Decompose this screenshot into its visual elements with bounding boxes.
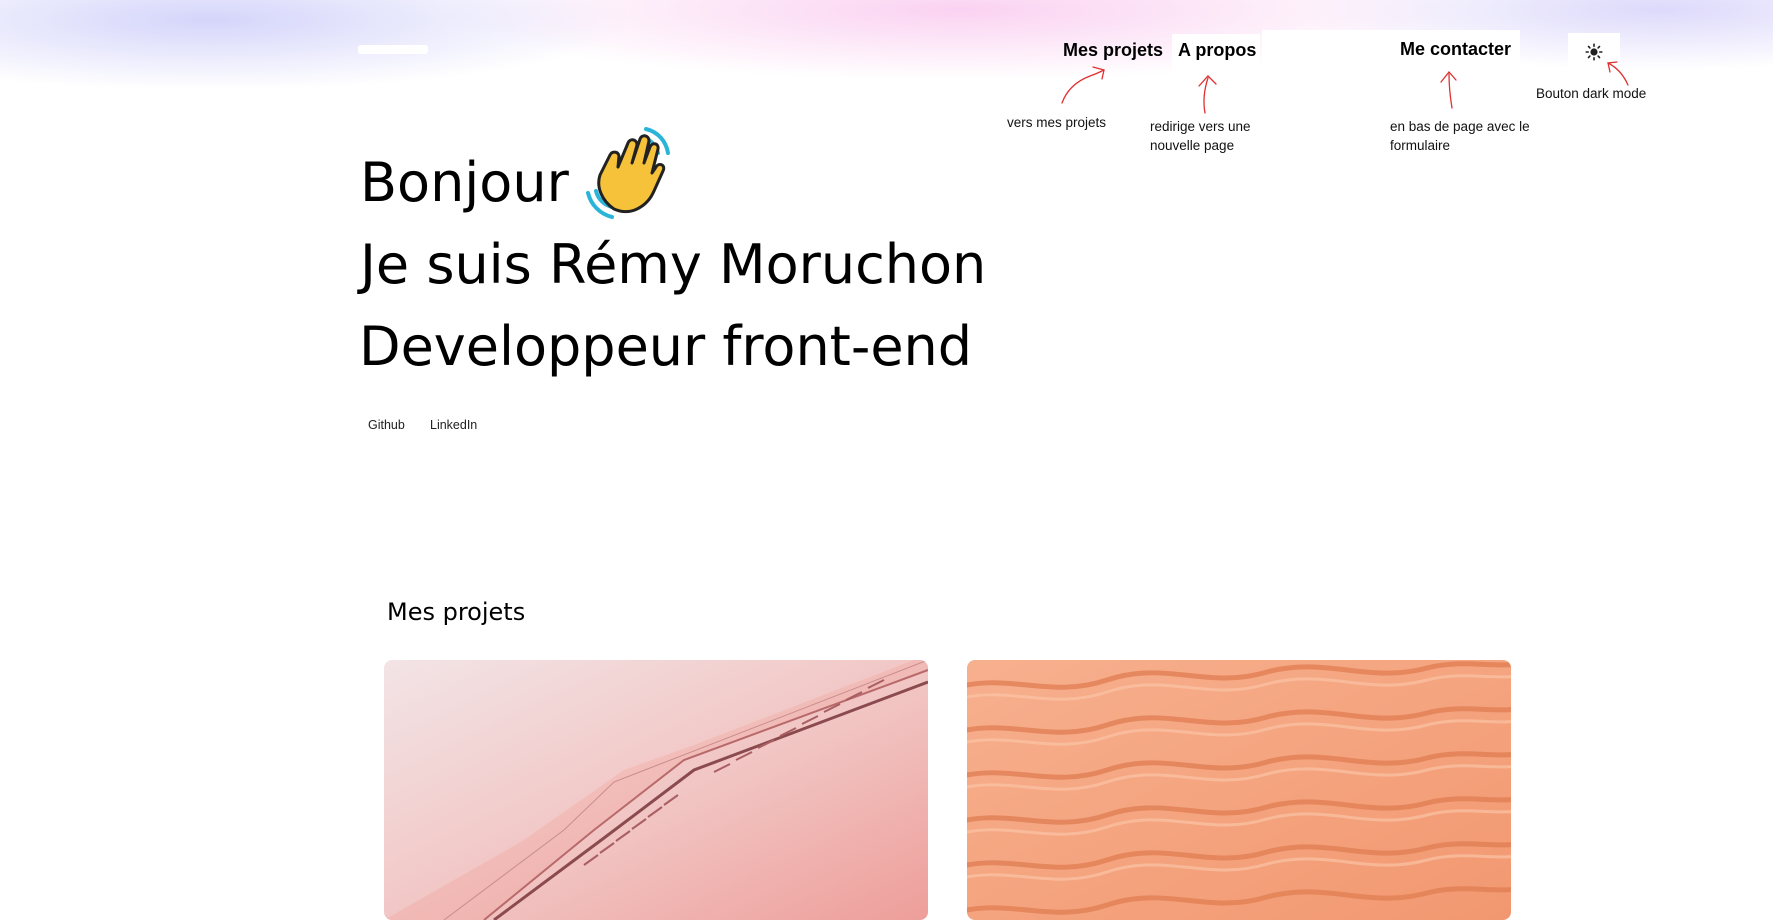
project-card[interactable]	[967, 660, 1511, 920]
projects-section-title: Mes projets	[387, 598, 526, 626]
hero-intro: Je suis Rémy Moruchon	[360, 233, 987, 296]
sun-icon	[1585, 43, 1603, 61]
annotation-line: Bouton dark mode	[1536, 86, 1647, 101]
waving-hand-icon	[586, 127, 670, 219]
github-link[interactable]: Github	[368, 418, 405, 432]
nav-link-projects[interactable]: Mes projets	[1063, 40, 1163, 61]
hero-role: Developpeur front-end	[359, 315, 973, 378]
annotation-line: nouvelle page	[1150, 138, 1235, 153]
orange-sand-dunes-image	[967, 660, 1511, 920]
annotation-darkmode: Bouton dark mode	[1536, 84, 1646, 103]
annotation-contact: en bas de page avec le formulaire	[1390, 117, 1530, 155]
linkedin-link[interactable]: LinkedIn	[430, 418, 477, 432]
annotation-line: en bas de page avec le	[1390, 119, 1530, 134]
logo[interactable]	[358, 45, 428, 54]
annotation-line: vers mes projets	[1007, 115, 1107, 130]
annotation-line: redirige vers une	[1150, 119, 1251, 134]
pink-escalator-image	[384, 660, 928, 920]
nav-link-about[interactable]: A propos	[1178, 40, 1256, 61]
project-card[interactable]	[384, 660, 928, 920]
dark-mode-toggle[interactable]	[1568, 33, 1620, 71]
hero-greeting: Bonjour	[360, 151, 569, 214]
annotation-line: formulaire	[1390, 138, 1451, 153]
annotation-projects: vers mes projets	[1007, 113, 1106, 132]
nav-link-contact[interactable]: Me contacter	[1400, 39, 1511, 60]
annotation-about: redirige vers une nouvelle page	[1150, 117, 1251, 155]
